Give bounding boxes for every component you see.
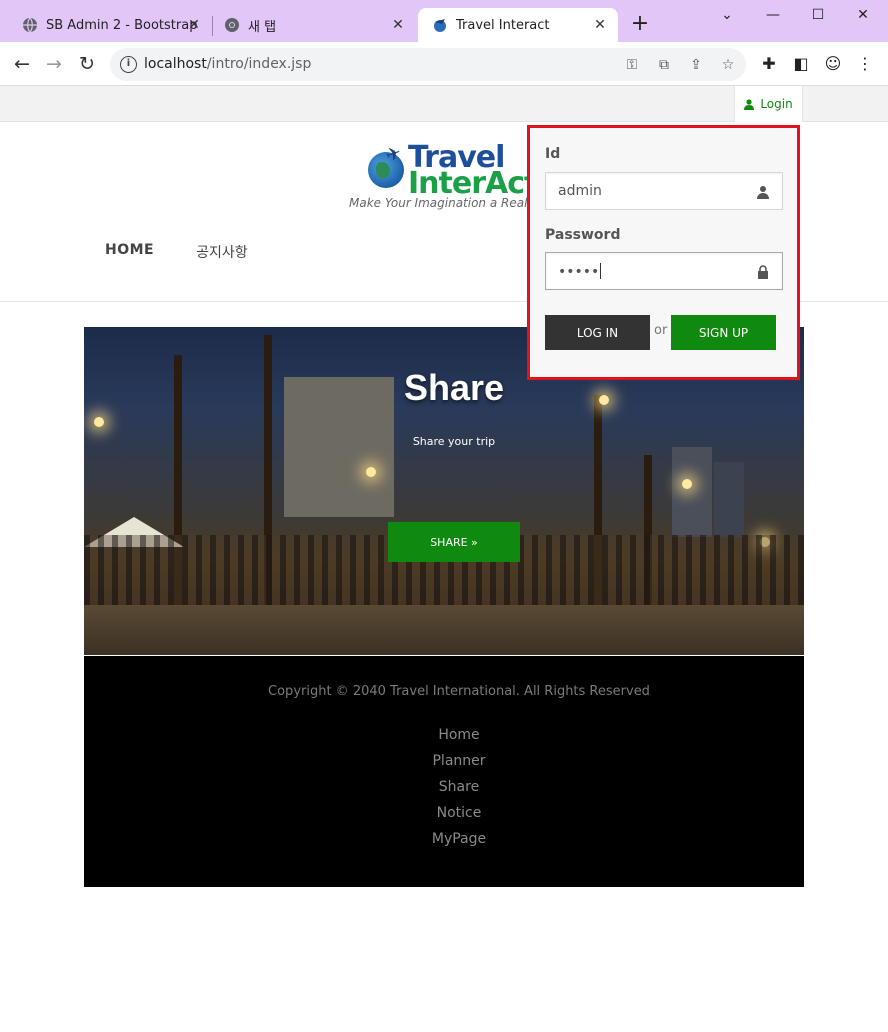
hero-tower — [672, 447, 712, 537]
extensions-puzzle-icon[interactable]: ✚ — [758, 53, 780, 75]
tab-travel-interact[interactable]: Travel Interact ✕ — [418, 8, 618, 42]
browser-toolbar: ← → ↻ i localhost/intro/index.jsp ⚿ ⧉ ⇪ … — [0, 42, 888, 86]
or-separator: or — [654, 323, 668, 338]
hero-tower — [714, 462, 744, 537]
id-input-value: admin — [558, 183, 602, 199]
close-icon[interactable]: ✕ — [390, 17, 406, 33]
site-footer: Copyright © 2040 Travel International. A… — [84, 656, 804, 887]
id-label: Id — [545, 146, 561, 162]
hero-subtitle: Share your trip — [412, 435, 496, 448]
login-link[interactable]: Login — [734, 86, 803, 122]
password-label: Password — [545, 227, 621, 243]
key-icon[interactable]: ⚿ — [622, 55, 642, 75]
hero-streetlight — [682, 479, 692, 489]
globe-icon — [22, 17, 38, 33]
browser-tab-strip: SB Admin 2 - Bootstrap ✕ 새 탭 ✕ Travel In… — [0, 0, 888, 42]
window-close-icon[interactable]: ✕ — [848, 4, 878, 26]
chevron-down-icon[interactable]: ⌄ — [712, 4, 742, 26]
site-topbar: Login — [0, 86, 888, 122]
new-tab-button[interactable]: + — [630, 13, 650, 35]
share-icon[interactable]: ⇪ — [686, 55, 706, 75]
text-caret — [600, 263, 602, 279]
footer-links: Home Planner Share Notice MyPage — [84, 722, 834, 852]
hero-streetlight — [366, 467, 376, 477]
id-input[interactable]: admin — [545, 172, 783, 210]
hero-streetlight — [94, 417, 104, 427]
hero-promenade — [84, 605, 804, 655]
login-link-label: Login — [760, 97, 793, 111]
info-icon[interactable]: i — [120, 56, 137, 73]
main-nav: HOME 공지사항 — [105, 242, 248, 262]
reload-icon[interactable]: ↻ — [75, 52, 99, 76]
forward-arrow-icon[interactable]: → — [42, 52, 66, 76]
lock-icon — [756, 264, 770, 279]
login-dropdown: Id admin Password ••••• LOG IN or SIGN U… — [527, 125, 800, 380]
nav-home[interactable]: HOME — [105, 242, 154, 262]
close-icon[interactable]: ✕ — [592, 17, 608, 33]
footer-copyright: Copyright © 2040 Travel International. A… — [268, 684, 650, 699]
footer-link-mypage[interactable]: MyPage — [84, 826, 834, 852]
url-text[interactable]: localhost/intro/index.jsp — [144, 56, 311, 72]
more-menu-icon[interactable]: ⋮ — [854, 53, 876, 75]
footer-link-planner[interactable]: Planner — [84, 748, 834, 774]
footer-link-notice[interactable]: Notice — [84, 800, 834, 826]
tab-sb-admin[interactable]: SB Admin 2 - Bootstrap ✕ — [0, 8, 212, 42]
tab-title: SB Admin 2 - Bootstrap — [46, 17, 198, 33]
site-tagline: Make Your Imagination a Reali — [349, 196, 527, 210]
back-arrow-icon[interactable]: ← — [10, 52, 34, 76]
footer-link-home[interactable]: Home — [84, 722, 834, 748]
password-input-value: ••••• — [558, 263, 602, 280]
translate-icon[interactable]: ⧉ — [654, 55, 674, 75]
tab-new-tab[interactable]: 새 탭 ✕ — [202, 8, 416, 42]
password-input[interactable]: ••••• — [545, 252, 783, 290]
tab-title: Travel Interact — [456, 17, 550, 33]
profile-avatar-icon[interactable]: ☺ — [822, 53, 844, 75]
side-panel-icon[interactable]: ◧ — [790, 53, 812, 75]
address-bar[interactable]: i localhost/intro/index.jsp ⚿ ⧉ ⇪ ☆ — [110, 48, 746, 81]
user-icon — [756, 184, 770, 199]
bookmark-star-icon[interactable]: ☆ — [718, 55, 738, 75]
minimize-icon[interactable]: — — [758, 4, 788, 26]
user-icon — [744, 98, 755, 110]
close-icon[interactable]: ✕ — [186, 17, 202, 33]
tab-title: 새 탭 — [248, 19, 277, 35]
nav-notice[interactable]: 공지사항 — [196, 242, 248, 262]
maximize-icon[interactable]: ☐ — [803, 4, 833, 26]
footer-link-share[interactable]: Share — [84, 774, 834, 800]
log-in-button[interactable]: LOG IN — [545, 315, 650, 350]
share-button[interactable]: SHARE » — [388, 522, 520, 562]
sign-up-button[interactable]: SIGN UP — [671, 315, 776, 350]
chrome-icon — [224, 17, 240, 33]
site-favicon-icon — [432, 17, 448, 33]
